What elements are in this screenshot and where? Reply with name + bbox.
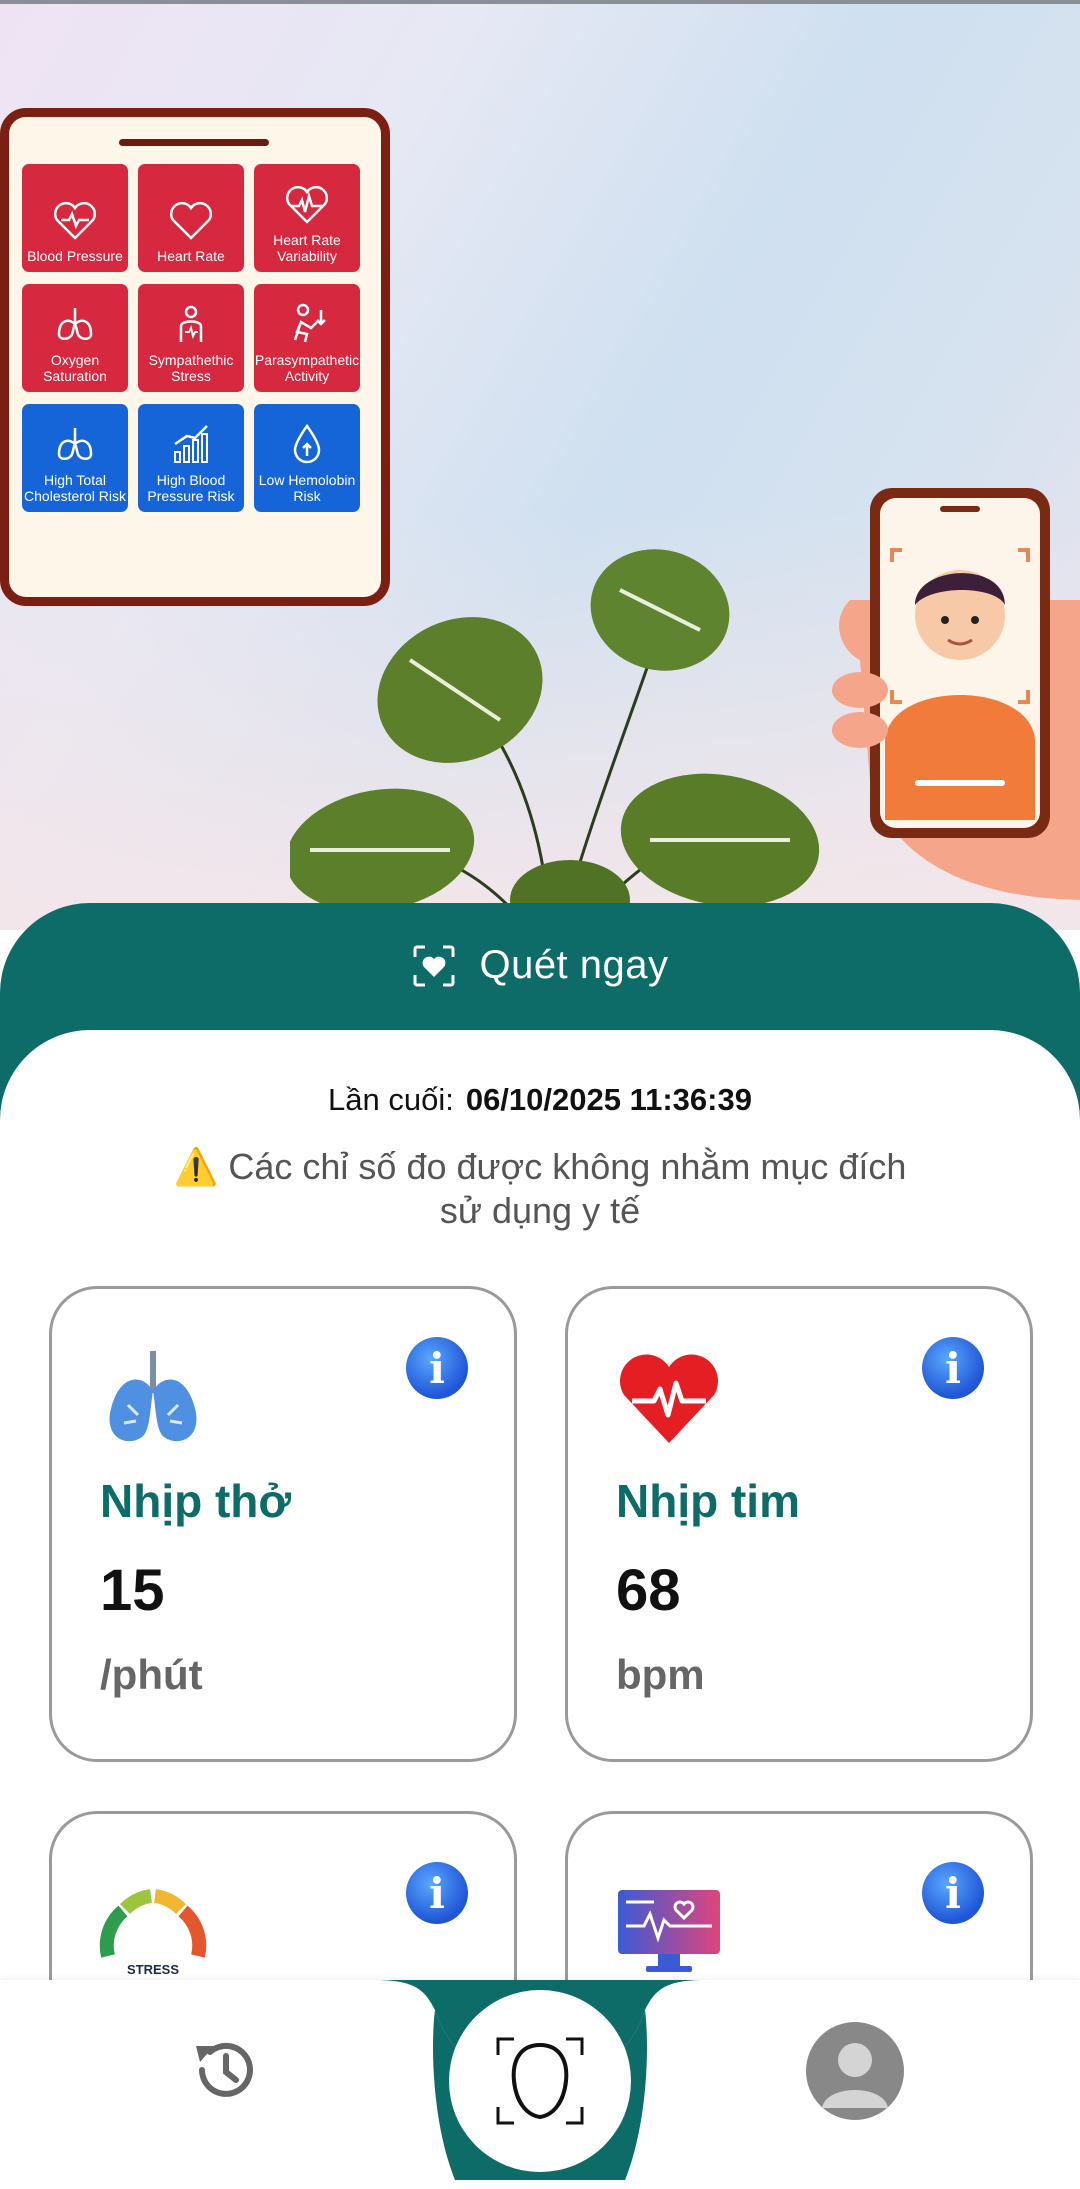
card-value: 15 bbox=[100, 1558, 165, 1623]
warning-icon: ⚠️ bbox=[173, 1146, 219, 1187]
tile-blood-pressure: Blood Pressure bbox=[22, 164, 128, 272]
heart-rate-card[interactable]: i Nhịp tim 68 bpm bbox=[565, 1286, 1033, 1762]
avatar-icon[interactable] bbox=[806, 2022, 904, 2120]
medical-disclaimer: ⚠️ Các chỉ số đo được không nhằm mục đíc… bbox=[150, 1145, 930, 1233]
stress-person-icon bbox=[179, 305, 203, 342]
last-scan-value: 06/10/2025 11:36:39 bbox=[465, 1082, 752, 1117]
heart-icon bbox=[169, 201, 213, 240]
card-unit: bpm bbox=[616, 1651, 705, 1698]
status-bar bbox=[0, 0, 1080, 4]
scan-now-button[interactable]: Quét ngay bbox=[0, 903, 1080, 1028]
nav-scan-button[interactable] bbox=[449, 1990, 631, 2172]
info-button[interactable]: i bbox=[922, 1862, 984, 1924]
last-scan-row: Lần cuối: 06/10/2025 11:36:39 bbox=[0, 1082, 1080, 1118]
tile-heart-rate: Heart Rate bbox=[138, 164, 244, 272]
card-unit: /phút bbox=[100, 1651, 203, 1698]
monitor-heart-icon bbox=[618, 1890, 720, 1972]
hero-illustration: Blood Pressure Heart Rate Heart Rate Var… bbox=[0, 0, 1080, 930]
card-title: Nhịp tim bbox=[616, 1475, 800, 1527]
tile-cholesterol: High Total Cholesterol Risk bbox=[22, 404, 128, 512]
last-scan-label: Lần cuối: bbox=[328, 1082, 454, 1117]
plant-illustration bbox=[290, 549, 820, 930]
card-title: Nhịp thở bbox=[100, 1475, 292, 1527]
lungs-icon bbox=[57, 428, 93, 460]
disclaimer-text: Các chỉ số đo được không nhằm mục đích s… bbox=[228, 1146, 907, 1231]
drop-icon bbox=[293, 423, 321, 464]
svg-text:STRESS: STRESS bbox=[127, 1962, 179, 1977]
bar-chart-icon bbox=[174, 425, 208, 463]
stress-gauge-icon: STRESS bbox=[99, 1889, 207, 1977]
relax-person-icon bbox=[293, 303, 326, 343]
tile-parasympathetic: Parasympathetic Activity bbox=[254, 284, 360, 392]
phone-hand-illustration bbox=[832, 488, 1080, 900]
respiration-card[interactable]: i Nhịp thở 15 /phút bbox=[49, 1286, 517, 1762]
tile-stress: Sympathethic Stress bbox=[138, 284, 244, 392]
heart-wave-icon bbox=[285, 185, 329, 224]
tile-bp-risk: High Blood Pressure Risk bbox=[138, 404, 244, 512]
face-scan-icon bbox=[413, 945, 455, 986]
history-icon[interactable] bbox=[188, 2034, 260, 2106]
card-value: 68 bbox=[616, 1558, 681, 1623]
face-outline-icon bbox=[496, 2037, 584, 2125]
tile-oxygen: Oxygen Saturation bbox=[22, 284, 128, 392]
tile-hrv: Heart Rate Variability bbox=[254, 164, 360, 272]
heart-rate-icon bbox=[620, 1354, 718, 1443]
lungs-icon bbox=[57, 308, 93, 340]
lungs-icon bbox=[109, 1351, 197, 1442]
heart-pulse-icon bbox=[53, 201, 97, 240]
info-button[interactable]: i bbox=[406, 1337, 468, 1399]
info-button[interactable]: i bbox=[922, 1337, 984, 1399]
tile-hemoglobin: Low Hemolobin Risk bbox=[254, 404, 360, 512]
info-button[interactable]: i bbox=[406, 1862, 468, 1924]
